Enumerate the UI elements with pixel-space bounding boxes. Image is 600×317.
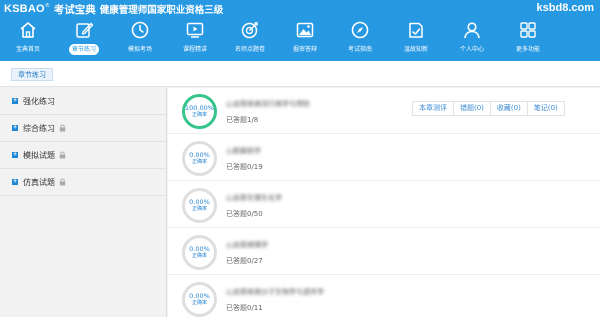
nav-item-exam-guide[interactable]: 考试指南: [338, 17, 382, 61]
sidebar-item-comprehensive-practice[interactable]: + 综合练习: [0, 115, 166, 142]
answered-count: 已答题0/19: [226, 163, 263, 171]
chapter-test-button[interactable]: 本章测评: [413, 102, 454, 115]
mountain-icon: [296, 22, 314, 38]
edit-icon: [76, 22, 94, 38]
home-icon: [20, 22, 36, 38]
compass-icon: [351, 21, 369, 39]
chapter-actions: 本章测评 错题(0) 收藏(0) 笔记(0): [412, 101, 565, 116]
accuracy-label: 正确率: [191, 206, 207, 212]
clock-icon: [131, 21, 149, 39]
nav-item-more[interactable]: 更多功能: [506, 17, 550, 61]
lock-icon: [59, 178, 66, 186]
nav-item-defense[interactable]: 掘审答辩: [283, 17, 327, 61]
expand-plus-icon: +: [12, 151, 18, 158]
wrong-questions-button[interactable]: 错题(0): [454, 102, 491, 115]
accuracy-percent: 0.00%: [189, 198, 210, 206]
accuracy-percent: 100.00%: [185, 104, 214, 112]
exam-title: 健康管理师国家职业资格三级: [99, 5, 224, 16]
sidebar-item-simulation-questions[interactable]: + 仿真试题: [0, 169, 166, 196]
nav-item-chapter-practice[interactable]: 章节练习: [62, 17, 106, 61]
grid-icon: [520, 22, 536, 38]
accuracy-percent: 0.00%: [189, 151, 210, 159]
favorites-button[interactable]: 收藏(0): [491, 102, 528, 115]
nav-label: 掘审答辩: [292, 46, 317, 53]
book-icon: [409, 22, 423, 38]
accuracy-label: 正确率: [191, 112, 207, 118]
brand-name: 考试宝典: [53, 3, 96, 16]
nav-label: 温故知新: [403, 46, 428, 53]
sidebar: + 强化练习 + 综合练习 + 模拟试题 + 仿真试题: [0, 88, 167, 317]
sidebar-item-label: 模拟试题: [23, 150, 55, 160]
sidebar-item-mock-questions[interactable]: + 模拟试题: [0, 142, 166, 169]
chapter-row[interactable]: 0.00% 正确率 心脏解剖学 已答题0/19: [168, 135, 600, 181]
accuracy-circle: 0.00% 正确率: [182, 282, 217, 317]
notes-button[interactable]: 笔记(0): [528, 102, 564, 115]
nav-item-mock-exam[interactable]: 模拟考场: [118, 17, 162, 61]
chapter-title[interactable]: 心血管生理生化学: [226, 193, 282, 203]
nav-item-profile[interactable]: 个人中心: [450, 17, 494, 61]
accuracy-circle: 0.00% 正确率: [182, 188, 217, 223]
accuracy-percent: 0.00%: [189, 245, 210, 253]
accuracy-label: 正确率: [191, 159, 207, 165]
accuracy-circle: 100.00% 正确率: [182, 94, 217, 129]
brand[interactable]: KSBAO ® 考试宝典 健康管理师国家职业资格三级: [4, 2, 223, 16]
accuracy-label: 正确率: [191, 253, 207, 259]
answered-count: 已答题1/8: [226, 116, 259, 124]
lock-icon: [59, 151, 66, 159]
nav-label: 章节练习: [68, 44, 99, 55]
nav-label: 个人中心: [459, 46, 484, 53]
top-header: KSBAO ® 考试宝典 健康管理师国家职业资格三级 ksbd8.com 宝典首…: [0, 0, 600, 61]
registered-mark: ®: [44, 3, 50, 9]
video-play-icon: [186, 22, 204, 38]
user-icon: [464, 22, 480, 39]
expand-plus-icon: +: [12, 97, 18, 104]
chapter-row[interactable]: 100.00% 正确率 心血管疾病流行病学与预防 已答题1/8 本章测评 错题(…: [168, 88, 600, 134]
nav-label: 课程精讲: [182, 46, 207, 53]
expand-plus-icon: +: [12, 124, 18, 131]
brand-logo: KSBAO: [4, 3, 45, 15]
lock-icon: [59, 124, 66, 132]
breadcrumb: 章节练习: [0, 61, 600, 87]
chapter-title[interactable]: 心血管疾病流行病学与预防: [226, 99, 310, 109]
nav-label: 更多功能: [515, 46, 540, 53]
nav-item-teacher-papers[interactable]: 名师点题卷: [228, 17, 272, 61]
accuracy-label: 正确率: [191, 300, 207, 306]
site-url[interactable]: ksbd8.com: [537, 2, 594, 14]
answered-count: 已答题0/11: [226, 304, 263, 312]
accuracy-percent: 0.00%: [189, 292, 210, 300]
chapter-row[interactable]: 0.00% 正确率 心血管生理生化学 已答题0/50: [168, 182, 600, 228]
nav-label: 名师点题卷: [234, 46, 265, 53]
sidebar-item-label: 仿真试题: [23, 177, 55, 187]
chapter-list: 100.00% 正确率 心血管疾病流行病学与预防 已答题1/8 本章测评 错题(…: [168, 88, 600, 317]
answered-count: 已答题0/50: [226, 210, 263, 218]
accuracy-circle: 0.00% 正确率: [182, 141, 217, 176]
nav-item-courses[interactable]: 课程精讲: [173, 17, 217, 61]
main-nav: 宝典首页 章节练习 模拟考场 课程精讲 名师点题卷 掘审答辩 考试指南 温故知新…: [0, 17, 600, 61]
sidebar-item-label: 强化练习: [23, 96, 55, 106]
sidebar-item-intensive-practice[interactable]: + 强化练习: [0, 88, 166, 115]
target-icon: [241, 22, 258, 39]
nav-item-review[interactable]: 温故知新: [394, 17, 438, 61]
nav-label: 模拟考场: [127, 46, 152, 53]
sidebar-item-label: 综合练习: [23, 123, 55, 133]
accuracy-circle: 0.00% 正确率: [182, 235, 217, 270]
nav-label: 考试指南: [347, 46, 372, 53]
chapter-row[interactable]: 0.00% 正确率 心血管病理学 已答题0/27: [168, 229, 600, 275]
nav-item-home[interactable]: 宝典首页: [6, 17, 50, 61]
answered-count: 已答题0/27: [226, 257, 263, 265]
chapter-row[interactable]: 0.00% 正确率 心血管疾病分子生物学与遗传学 已答题0/11: [168, 276, 600, 317]
breadcrumb-current[interactable]: 章节练习: [11, 68, 53, 81]
expand-plus-icon: +: [12, 178, 18, 185]
chapter-title[interactable]: 心血管病理学: [226, 240, 268, 250]
nav-label: 宝典首页: [15, 46, 40, 53]
chapter-title[interactable]: 心血管疾病分子生物学与遗传学: [226, 287, 324, 297]
chapter-title[interactable]: 心脏解剖学: [226, 146, 261, 156]
